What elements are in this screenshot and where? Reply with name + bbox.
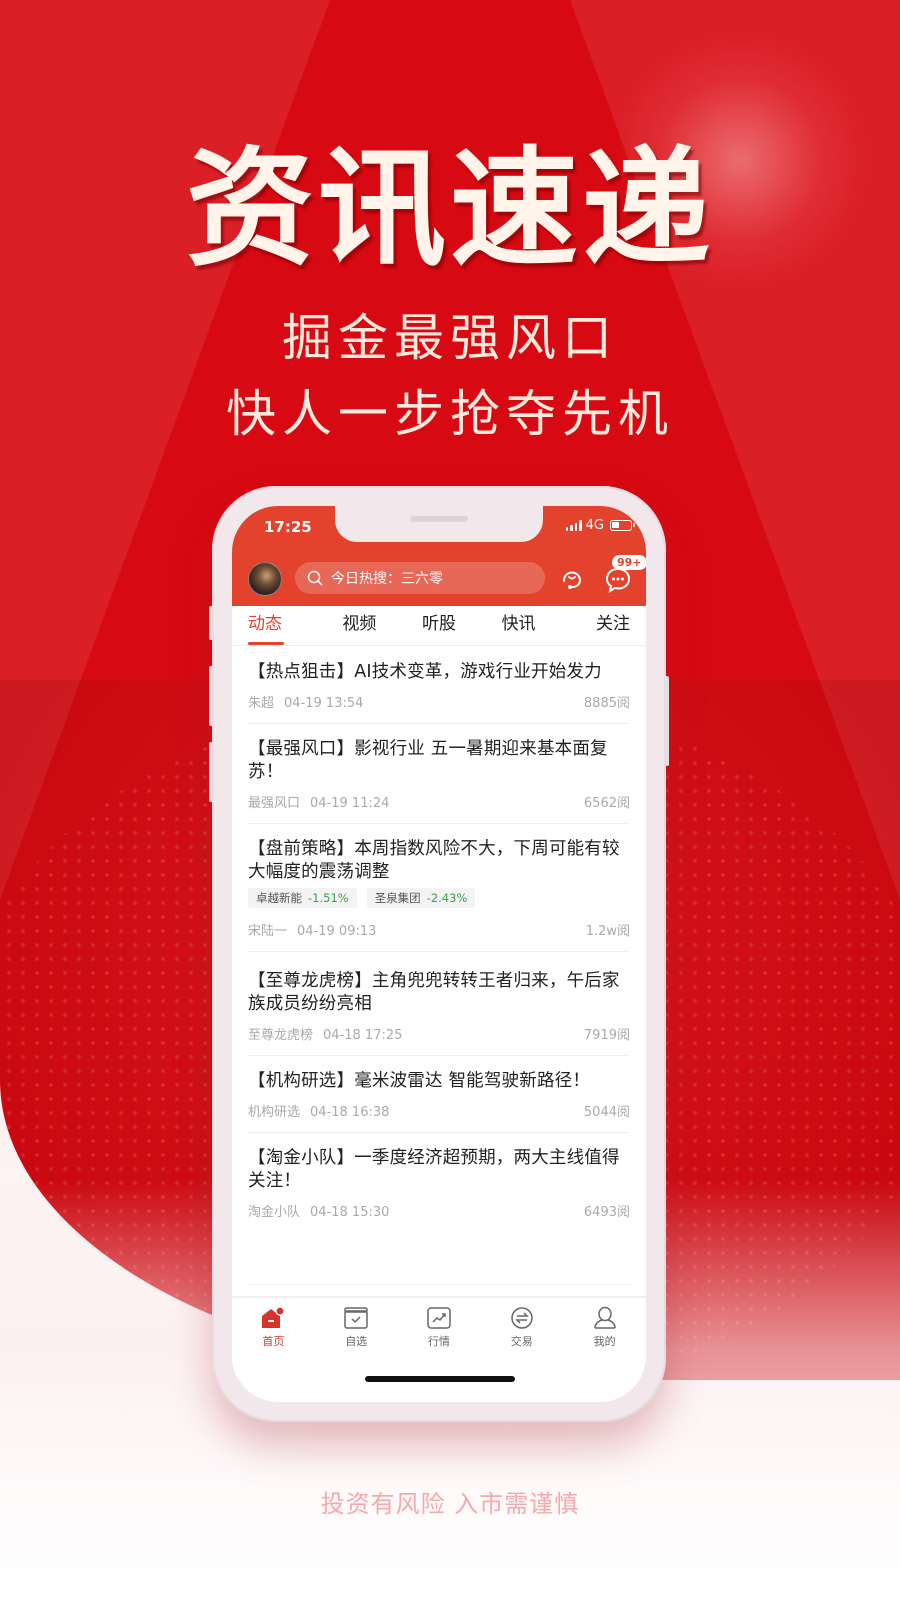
article-author: 淘金小队 <box>248 1205 301 1220</box>
article-meta: 机构研选 04-18 16:38 5044阅 <box>248 1101 630 1120</box>
tab-listen-stocks[interactable]: 听股 <box>399 606 479 645</box>
phone-screen: 17:25 4G 今日热搜：三六零 99+ 动态 视频 听股 快讯 关注 【热点… <box>232 506 646 1402</box>
search-input[interactable]: 今日热搜：三六零 <box>295 562 545 594</box>
avatar[interactable] <box>248 562 282 596</box>
tabbar-label: 交易 <box>510 1335 533 1348</box>
article-reads: 6493阅 <box>583 1205 630 1220</box>
stock-name: 卓越新能 <box>256 891 302 905</box>
hero-subtitle-2: 快人一步抢夺先机 <box>226 385 674 443</box>
list-item[interactable]: 【热点狙击】AI技术变革，游戏行业开始发力 朱超 04-19 13:54 8885… <box>248 647 630 724</box>
status-indicators: 4G <box>565 518 635 533</box>
news-feed: 【热点狙击】AI技术变革，游戏行业开始发力 朱超 04-19 13:54 8885… <box>248 647 630 1232</box>
list-item[interactable]: 【盘前策略】本周指数风险不大，下周可能有较大幅度的震荡调整 卓越新能 -1.51%… <box>248 824 630 952</box>
phone-volume-up <box>209 666 213 726</box>
article-time: 04-18 15:30 <box>310 1205 390 1220</box>
hero-subtitle-1: 掘金最强风口 <box>282 309 618 367</box>
speaker <box>410 516 468 522</box>
tabbar-label: 自选 <box>345 1335 368 1348</box>
risk-disclaimer: 投资有风险 入市需谨慎 <box>320 1490 580 1518</box>
battery-icon <box>610 520 635 531</box>
tabbar-watchlist[interactable]: 自选 <box>315 1298 398 1356</box>
network-label: 4G <box>585 518 604 533</box>
article-reads: 6562阅 <box>583 796 630 811</box>
tab-following[interactable]: 关注 <box>558 606 646 645</box>
bottom-tab-bar: 首页 自选 行情 交易 我的 <box>232 1296 646 1356</box>
tabbar-trade[interactable]: 交易 <box>480 1298 563 1356</box>
tabbar-market[interactable]: 行情 <box>398 1298 481 1356</box>
tab-flash-news[interactable]: 快讯 <box>479 606 559 645</box>
notch <box>335 506 543 542</box>
message-badge: 99+ <box>612 555 646 570</box>
content-tabs: 动态 视频 听股 快讯 关注 <box>232 606 646 646</box>
article-time: 04-19 09:13 <box>297 924 377 939</box>
tabbar-label: 首页 <box>262 1335 285 1348</box>
article-reads: 7919阅 <box>583 1028 630 1043</box>
phone-volume-down <box>209 742 213 802</box>
phone-power-button <box>665 676 669 766</box>
home-indicator[interactable] <box>365 1376 515 1382</box>
list-item[interactable]: 【至尊龙虎榜】主角兜兜转转王者归来，午后家族成员纷纷亮相 至尊龙虎榜 04-18 … <box>248 952 630 1056</box>
list-item[interactable]: 【最强风口】影视行业 五一暑期迎来基本面复苏！ 最强风口 04-19 11:24 … <box>248 724 630 824</box>
signal-icon <box>565 520 582 531</box>
status-time: 17:25 <box>264 518 312 536</box>
article-author: 机构研选 <box>248 1105 301 1120</box>
profile-icon <box>593 1306 616 1329</box>
stock-chip[interactable]: 卓越新能 -1.51% <box>248 888 357 908</box>
chat-bubble-icon[interactable] <box>604 566 632 594</box>
home-icon <box>262 1306 285 1328</box>
phone-mute-switch <box>209 606 213 640</box>
tab-dynamic[interactable]: 动态 <box>232 606 320 645</box>
article-title[interactable]: 【盘前策略】本周指数风险不大，下周可能有较大幅度的震荡调整 <box>248 838 630 884</box>
divider <box>248 1284 630 1285</box>
market-chart-icon <box>427 1307 451 1329</box>
stock-change: -2.43% <box>426 891 468 905</box>
article-author: 朱超 <box>248 696 275 711</box>
list-item[interactable]: 【淘金小队】一季度经济超预期，两大主线值得关注！ 淘金小队 04-18 15:30… <box>248 1133 630 1232</box>
article-time: 04-18 17:25 <box>323 1028 403 1043</box>
article-meta: 最强风口 04-19 11:24 6562阅 <box>248 792 630 811</box>
article-meta: 宋陆一 04-19 09:13 1.2w阅 <box>248 920 630 939</box>
article-meta: 至尊龙虎榜 04-18 17:25 7919阅 <box>248 1024 630 1043</box>
article-meta: 朱超 04-19 13:54 8885阅 <box>248 692 630 711</box>
article-title[interactable]: 【热点狙击】AI技术变革，游戏行业开始发力 <box>248 661 630 684</box>
article-title[interactable]: 【至尊龙虎榜】主角兜兜转转王者归来，午后家族成员纷纷亮相 <box>248 970 630 1016</box>
tabbar-home[interactable]: 首页 <box>232 1298 315 1356</box>
list-item[interactable]: 【机构研选】毫米波雷达 智能驾驶新路径！ 机构研选 04-18 16:38 504… <box>248 1056 630 1133</box>
tabbar-profile[interactable]: 我的 <box>563 1298 646 1356</box>
search-placeholder: 今日热搜：三六零 <box>331 571 443 587</box>
stock-chip[interactable]: 圣泉集团 -2.43% <box>366 888 476 908</box>
article-meta: 淘金小队 04-18 15:30 6493阅 <box>248 1201 630 1220</box>
article-time: 04-18 16:38 <box>310 1105 390 1120</box>
article-reads: 8885阅 <box>583 696 630 711</box>
hero-title: 资讯速递 <box>185 135 714 284</box>
search-icon <box>307 570 323 586</box>
article-title[interactable]: 【淘金小队】一季度经济超预期，两大主线值得关注！ <box>248 1147 630 1193</box>
article-author: 至尊龙虎榜 <box>248 1028 314 1043</box>
stock-name: 圣泉集团 <box>374 891 421 905</box>
phone-mockup: 17:25 4G 今日热搜：三六零 99+ 动态 视频 听股 快讯 关注 【热点… <box>209 486 669 1422</box>
watchlist-icon <box>344 1307 368 1329</box>
article-title[interactable]: 【机构研选】毫米波雷达 智能驾驶新路径！ <box>248 1070 630 1093</box>
stock-change: -1.51% <box>308 891 349 905</box>
article-reads: 5044阅 <box>583 1105 630 1120</box>
tabbar-label: 行情 <box>427 1335 450 1348</box>
tab-video[interactable]: 视频 <box>320 606 400 645</box>
article-title[interactable]: 【最强风口】影视行业 五一暑期迎来基本面复苏！ <box>248 738 630 784</box>
article-time: 04-19 11:24 <box>310 796 390 811</box>
article-reads: 1.2w阅 <box>585 924 630 939</box>
article-author: 最强风口 <box>248 796 301 811</box>
article-time: 04-19 13:54 <box>284 696 364 711</box>
related-stocks: 卓越新能 -1.51% 圣泉集团 -2.43% <box>248 888 630 908</box>
exchange-icon <box>511 1307 533 1329</box>
headset-icon[interactable] <box>558 565 586 593</box>
article-author: 宋陆一 <box>248 924 288 939</box>
tabbar-label: 我的 <box>593 1335 616 1348</box>
